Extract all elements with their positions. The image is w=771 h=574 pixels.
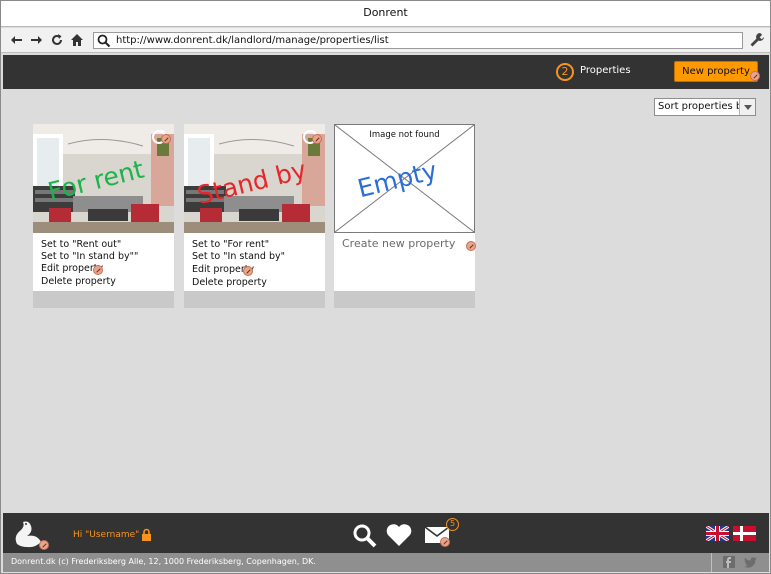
lock-icon <box>142 528 151 541</box>
reload-icon[interactable] <box>49 32 65 48</box>
english-flag-icon[interactable] <box>706 526 729 541</box>
user-greeting[interactable]: Hi "Username" <box>73 530 139 540</box>
create-menu: Create new property <box>334 233 476 291</box>
chevron-down-icon <box>739 99 755 115</box>
link-marker-icon <box>93 265 103 275</box>
home-icon[interactable] <box>69 32 85 48</box>
window-title: Donrent <box>1 1 770 27</box>
link-marker-icon <box>466 241 476 251</box>
address-bar: http://www.donrent.dk/landlord/manage/pr… <box>1 28 770 53</box>
footer: Donrent.dk (c) Frederiksberg Alle, 12, 1… <box>3 553 769 572</box>
back-arrow-icon[interactable] <box>9 32 25 48</box>
browser-window: Donrent http://www.donrent.dk/landlord/m… <box>0 0 771 574</box>
footer-text: Donrent.dk (c) Frederiksberg Alle, 12, 1… <box>11 557 316 566</box>
heart-icon[interactable] <box>386 523 412 547</box>
search-icon[interactable] <box>352 523 378 549</box>
url-text: http://www.donrent.dk/landlord/manage/pr… <box>116 35 389 46</box>
delete-property-link[interactable]: Delete property <box>41 276 116 287</box>
property-menu: Set to "For rent" Set to "In stand by" E… <box>184 233 325 291</box>
link-marker-icon <box>39 540 49 550</box>
footer-divider <box>711 553 712 572</box>
forward-arrow-icon[interactable] <box>28 32 44 48</box>
wrench-icon[interactable] <box>749 32 765 48</box>
url-field[interactable]: http://www.donrent.dk/landlord/manage/pr… <box>93 32 743 49</box>
sort-properties-select[interactable]: Sort properties by <box>654 98 756 116</box>
link-marker-icon <box>750 71 760 81</box>
image-not-found-text: Image not found <box>369 130 440 140</box>
set-for-rent-link[interactable]: Set to "For rent" <box>192 239 269 250</box>
property-photo[interactable]: Stand by <box>184 124 325 233</box>
set-rent-out-link[interactable]: Set to "Rent out" <box>41 239 121 250</box>
property-card: For rent Set to "Rent out" Set to "In st… <box>33 124 174 308</box>
link-marker-icon <box>161 134 171 144</box>
property-menu: Set to "Rent out" Set to "In stand by"" … <box>33 233 174 291</box>
create-new-property-link[interactable]: Create new property <box>342 237 455 250</box>
property-card: Stand by Set to "For rent" Set to "In st… <box>184 124 325 308</box>
new-property-button[interactable]: New property <box>674 61 758 82</box>
link-marker-icon <box>243 266 253 276</box>
delete-property-link[interactable]: Delete property <box>192 277 267 288</box>
search-icon <box>97 34 111 48</box>
set-stand-by-link[interactable]: Set to "In stand by" <box>192 251 285 262</box>
image-placeholder: Image not found Empty <box>334 124 475 233</box>
danish-flag-icon[interactable] <box>733 526 756 541</box>
top-navigation: 2 Properties New property <box>3 55 769 89</box>
set-stand-by-link[interactable]: Set to "In stand by"" <box>41 251 138 262</box>
link-marker-icon <box>312 134 322 144</box>
facebook-icon[interactable] <box>723 556 735 568</box>
properties-count-badge: 2 <box>556 63 574 81</box>
empty-property-card: Image not found Empty Create new propert… <box>334 124 476 308</box>
twitter-icon[interactable] <box>744 557 757 568</box>
properties-nav-link[interactable]: Properties <box>580 65 631 76</box>
mail-count-badge: 5 <box>446 518 459 531</box>
bottom-bar: Hi "Username" 5 <box>3 513 769 553</box>
link-marker-icon <box>440 537 450 547</box>
sort-label: Sort properties by <box>658 101 749 112</box>
property-photo[interactable]: For rent <box>33 124 174 233</box>
